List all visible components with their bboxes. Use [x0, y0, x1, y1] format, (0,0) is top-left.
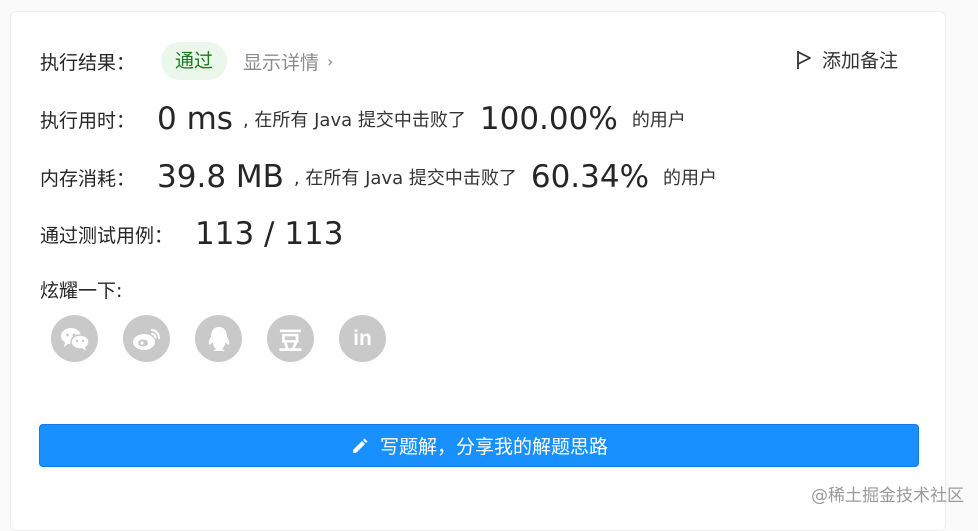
douban-icon[interactable]: 豆 — [267, 315, 314, 362]
weibo-icon[interactable] — [123, 315, 170, 362]
status-badge: 通过 — [161, 42, 228, 80]
weibo-glyph — [132, 328, 160, 350]
write-solution-button[interactable]: 写题解，分享我的解题思路 — [39, 424, 919, 467]
linkedin-glyph: in — [353, 326, 372, 350]
share-label: 炫耀一下: — [40, 280, 123, 302]
memory-suffix: 的用户 — [663, 168, 718, 189]
memory-row: 内存消耗： 39.8 MB , 在所有 Java 提交中击败了 60.34% 的… — [40, 159, 717, 195]
write-solution-label: 写题解，分享我的解题思路 — [379, 436, 608, 458]
result-label: 执行结果： — [40, 51, 136, 74]
runtime-mid-text: , 在所有 Java 提交中击败了 — [242, 110, 466, 131]
linkedin-icon[interactable]: in — [339, 315, 386, 362]
tests-label: 通过测试用例： — [40, 224, 174, 247]
qq-glyph — [208, 326, 229, 351]
memory-label: 内存消耗： — [40, 167, 136, 190]
runtime-percent: 100.00% — [479, 101, 618, 137]
pencil-icon — [352, 438, 368, 453]
add-note-button[interactable]: 添加备注 — [796, 46, 898, 73]
share-icons: 豆 in — [51, 315, 411, 362]
flag-icon — [797, 50, 811, 69]
share-row: 炫耀一下: — [40, 276, 122, 303]
watermark: @稀土掘金技术社区 — [811, 486, 964, 506]
qq-icon[interactable] — [195, 315, 242, 362]
memory-value: 39.8 MB — [157, 159, 284, 195]
chevron-right-icon: › — [327, 51, 334, 71]
runtime-suffix: 的用户 — [631, 110, 686, 131]
show-details-label: 显示详情 — [243, 51, 320, 74]
memory-mid-text: , 在所有 Java 提交中击败了 — [293, 168, 517, 189]
wechat-glyph — [60, 327, 90, 351]
douban-glyph: 豆 — [278, 327, 303, 355]
result-row: 执行结果： 通过 显示详情 › — [40, 42, 333, 80]
wechat-icon[interactable] — [51, 315, 98, 362]
runtime-value: 0 ms — [157, 101, 233, 137]
show-details-link[interactable]: 显示详情 › — [243, 48, 333, 75]
add-note-label: 添加备注 — [821, 50, 898, 72]
runtime-row: 执行用时： 0 ms , 在所有 Java 提交中击败了 100.00% 的用户 — [40, 101, 686, 137]
runtime-label: 执行用时： — [40, 109, 136, 132]
tests-value: 113 / 113 — [195, 216, 344, 252]
memory-percent: 60.34% — [530, 159, 650, 195]
tests-row: 通过测试用例： 113 / 113 — [40, 216, 344, 252]
